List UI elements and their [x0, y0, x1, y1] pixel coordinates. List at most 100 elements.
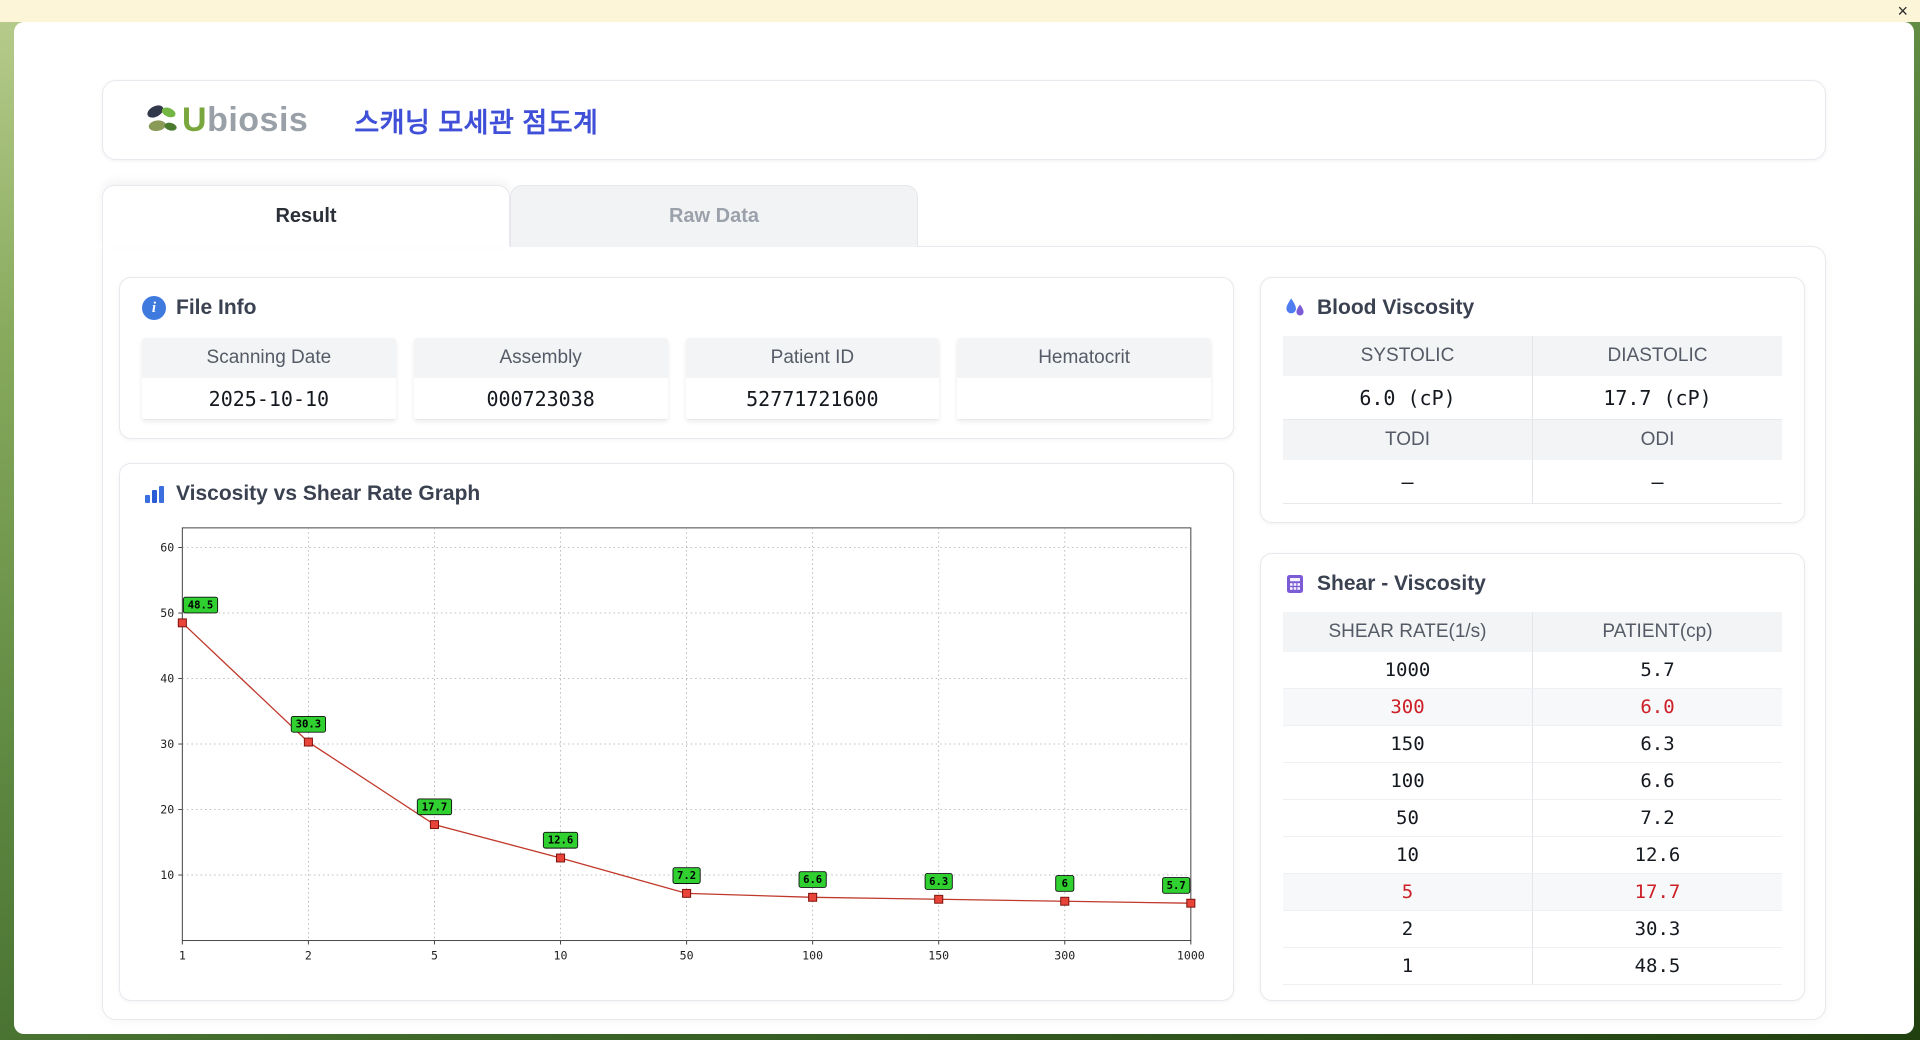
graph-title: Viscosity vs Shear Rate Graph	[176, 482, 481, 505]
brand-accent-letter: U	[182, 100, 208, 139]
info-icon: i	[142, 296, 166, 320]
tab-raw-data[interactable]: Raw Data	[510, 185, 918, 247]
svg-text:30: 30	[160, 737, 174, 751]
right-column: Blood Viscosity SYSTOLIC DIASTOLIC 6.0 (cP…	[1260, 277, 1805, 1001]
svg-text:5: 5	[431, 948, 438, 962]
field-value	[957, 378, 1211, 420]
shear-rate-cell: 10	[1283, 837, 1533, 874]
bv-value-cell: 6.0 (cP)	[1283, 376, 1533, 420]
table-row: 300 6.0	[1283, 689, 1782, 726]
left-column: i File Info Scanning Date 2025-10-10 Assem…	[119, 277, 1234, 1001]
shear-rate-cell: 1	[1283, 948, 1533, 985]
blood-viscosity-card: Blood Viscosity SYSTOLIC DIASTOLIC 6.0 (cP…	[1260, 277, 1805, 523]
table-row: 1 48.5	[1283, 948, 1782, 985]
brand-text: Ubiosis	[182, 101, 308, 140]
bv-value-cell: –	[1283, 460, 1533, 504]
app-title: 스캐닝 모세관 점도계	[354, 107, 599, 138]
bv-value-row: – –	[1283, 460, 1782, 504]
close-icon[interactable]: ×	[1897, 2, 1908, 20]
patient-cell: 6.6	[1533, 763, 1782, 800]
shear-rate-cell: 100	[1283, 763, 1533, 800]
table-row: 1000 5.7	[1283, 652, 1782, 689]
svg-text:1000: 1000	[1177, 948, 1205, 962]
shear-rate-cell: 1000	[1283, 652, 1533, 689]
field-label: Assembly	[413, 338, 668, 378]
file-info-card: i File Info Scanning Date 2025-10-10 Assem…	[119, 277, 1234, 439]
file-info-field: Hematocrit	[957, 338, 1211, 420]
svg-text:40: 40	[160, 672, 174, 686]
table-row: 100 6.6	[1283, 763, 1782, 800]
brand-logo: Ubiosis	[143, 101, 308, 140]
patient-cell: 7.2	[1533, 800, 1782, 837]
svg-text:6.3: 6.3	[929, 876, 948, 888]
blood-viscosity-title-row: Blood Viscosity	[1283, 296, 1782, 320]
svg-text:2: 2	[305, 948, 312, 962]
svg-text:100: 100	[802, 948, 823, 962]
patient-cell: 6.3	[1533, 726, 1782, 763]
file-info-field: Scanning Date 2025-10-10	[142, 338, 396, 420]
sv-header-cell: PATIENT(cp)	[1533, 612, 1782, 652]
patient-cell: 5.7	[1533, 652, 1782, 689]
svg-text:10: 10	[160, 868, 174, 882]
sv-header-row: SHEAR RATE(1/s) PATIENT(cp)	[1283, 612, 1782, 652]
bv-header-cell: TODI	[1283, 420, 1533, 460]
bv-value-row: 6.0 (cP) 17.7 (cP)	[1283, 376, 1782, 420]
field-value: 2025-10-10	[142, 378, 396, 420]
file-info-title: File Info	[176, 296, 257, 319]
patient-cell: 12.6	[1533, 837, 1782, 874]
bv-header-cell: SYSTOLIC	[1283, 336, 1533, 376]
svg-text:7.2: 7.2	[677, 870, 696, 882]
svg-text:6.6: 6.6	[803, 874, 822, 886]
bv-header-row: SYSTOLIC DIASTOLIC	[1283, 336, 1782, 376]
app-window: Ubiosis 스캐닝 모세관 점도계 Result Raw Data i Fi…	[14, 22, 1914, 1034]
field-label: Hematocrit	[957, 338, 1211, 378]
shear-rate-cell: 2	[1283, 911, 1533, 948]
leaf-icon	[147, 105, 177, 132]
bv-header-row: TODI ODI	[1283, 420, 1782, 460]
table-row: 2 30.3	[1283, 911, 1782, 948]
tab-bar: Result Raw Data	[102, 185, 1826, 247]
shear-viscosity-title: Shear - Viscosity	[1317, 572, 1486, 595]
svg-text:17.7: 17.7	[422, 801, 447, 813]
bv-header-cell: DIASTOLIC	[1533, 336, 1782, 376]
table-row: 50 7.2	[1283, 800, 1782, 837]
field-label: Scanning Date	[142, 338, 396, 378]
svg-text:5.7: 5.7	[1167, 880, 1186, 892]
bar-chart-icon	[145, 486, 164, 503]
result-panel: i File Info Scanning Date 2025-10-10 Assem…	[102, 246, 1826, 1020]
patient-cell: 6.0	[1533, 689, 1782, 726]
blood-viscosity-title: Blood Viscosity	[1317, 296, 1475, 319]
graph-title-row: Viscosity vs Shear Rate Graph	[142, 482, 1211, 506]
bv-value-cell: –	[1533, 460, 1782, 504]
field-value: 52771721600	[685, 378, 940, 420]
svg-text:50: 50	[680, 948, 694, 962]
shear-rate-cell: 5	[1283, 874, 1533, 911]
shear-rate-cell: 300	[1283, 689, 1533, 726]
svg-text:12.6: 12.6	[548, 835, 573, 847]
droplet-icon	[1286, 298, 1304, 316]
table-row: 5 17.7	[1283, 874, 1782, 911]
graph-card: Viscosity vs Shear Rate Graph 10 20 30 40 50…	[119, 463, 1234, 1001]
shear-viscosity-card: Shear - Viscosity SHEAR RATE(1/s) PATIENT…	[1260, 553, 1805, 1001]
calculator-icon	[1287, 575, 1303, 593]
chart-area: 10 20 30 40 50 60 1 2 5 10 50 100 150 300 1000 48.5 30.3…	[142, 518, 1211, 982]
svg-text:60: 60	[160, 541, 174, 555]
field-value: 000723038	[413, 378, 668, 420]
viscosity-chart-svg: 10 20 30 40 50 60 1 2 5 10 50 100 150 300 1000 48.5 30.3…	[160, 527, 1205, 962]
shear-viscosity-title-row: Shear - Viscosity	[1283, 572, 1782, 596]
brand-rest-text: biosis	[207, 100, 309, 139]
field-label: Patient ID	[685, 338, 940, 378]
patient-cell: 17.7	[1533, 874, 1782, 911]
title-bar: ×	[0, 0, 1920, 22]
svg-text:6: 6	[1062, 878, 1068, 890]
patient-cell: 30.3	[1533, 911, 1782, 948]
table-row: 150 6.3	[1283, 726, 1782, 763]
svg-text:300: 300	[1054, 948, 1075, 962]
file-info-field: Assembly 000723038	[413, 338, 668, 420]
tab-result[interactable]: Result	[102, 185, 510, 247]
table-row: 10 12.6	[1283, 837, 1782, 874]
svg-text:20: 20	[160, 803, 174, 817]
svg-text:30.3: 30.3	[296, 719, 321, 731]
svg-text:150: 150	[928, 948, 949, 962]
shear-viscosity-table: SHEAR RATE(1/s) PATIENT(cp) 1000 5.7 300 6.0 1…	[1283, 612, 1782, 985]
